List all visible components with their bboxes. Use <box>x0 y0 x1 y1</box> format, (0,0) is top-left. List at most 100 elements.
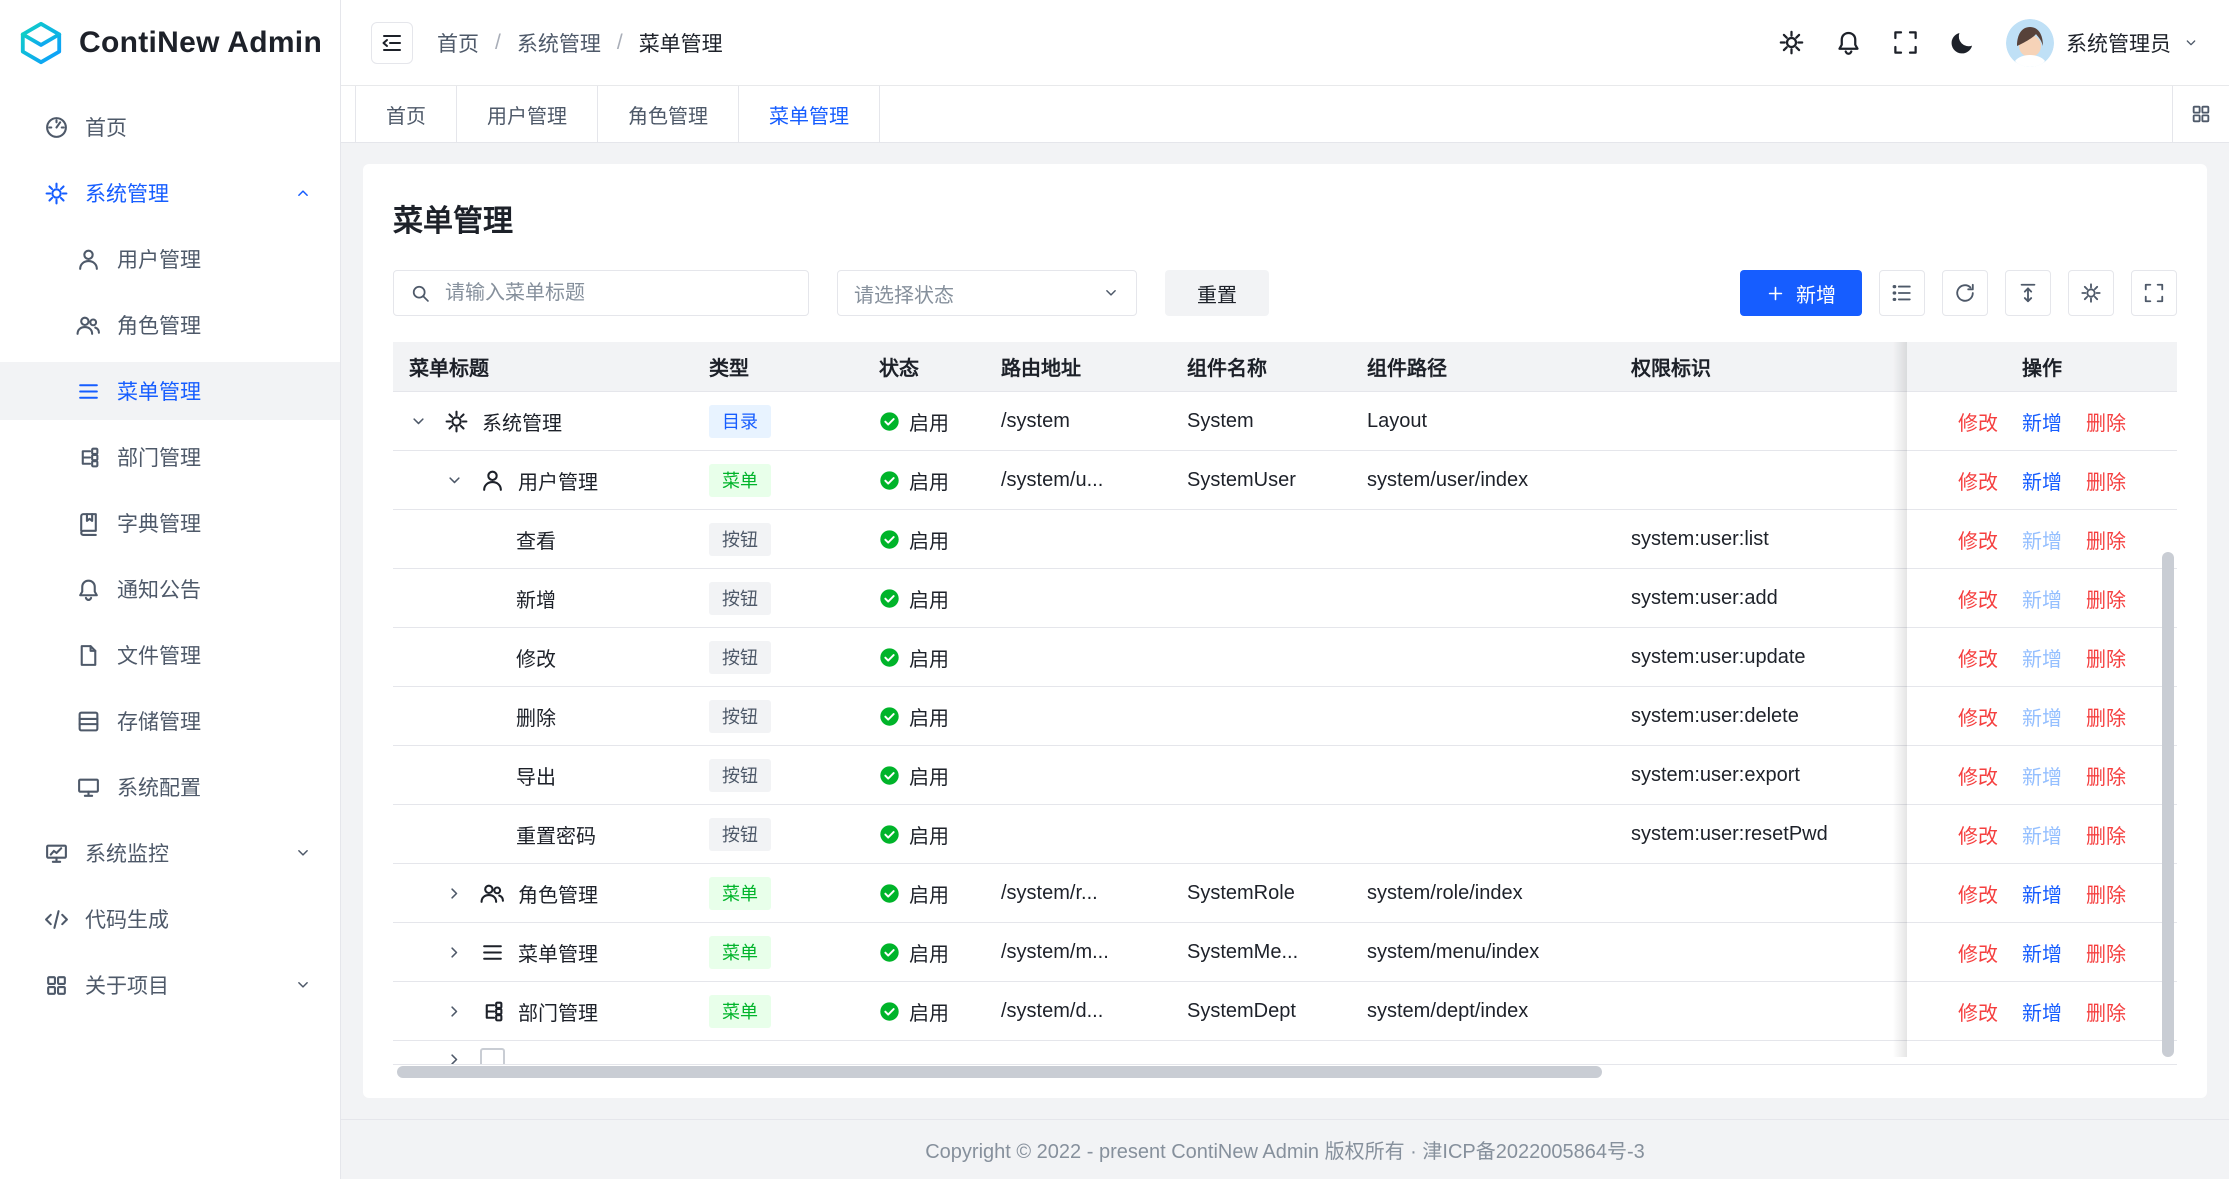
add-link[interactable]: 新增 <box>2022 702 2062 731</box>
add-link[interactable]: 新增 <box>2022 584 2062 613</box>
delete-link[interactable]: 删除 <box>2086 525 2126 554</box>
row-height-button[interactable] <box>2005 270 2051 316</box>
sidebar-item-3[interactable]: 角色管理 <box>0 296 340 354</box>
menu-collapse-button[interactable] <box>371 22 413 64</box>
fullscreen-icon[interactable] <box>1892 29 1919 56</box>
table-row[interactable]: 角色管理菜单启用/system/r...SystemRolesystem/rol… <box>393 864 2177 923</box>
horizontal-scrollbar[interactable] <box>397 1066 1602 1078</box>
edit-link[interactable]: 修改 <box>1958 407 1998 436</box>
add-link[interactable]: 新增 <box>2022 820 2062 849</box>
sidebar-item-1[interactable]: 系统管理 <box>0 164 340 222</box>
table-row[interactable]: 新增按钮启用system:user:add修改新增删除 <box>393 569 2177 628</box>
add-link[interactable]: 新增 <box>2022 938 2062 967</box>
sidebar-item-label: 系统管理 <box>85 178 169 208</box>
status-select[interactable]: 请选择状态 <box>837 270 1137 316</box>
permission-cell: system:user:update <box>1615 628 1907 686</box>
table-row[interactable]: 用户管理菜单启用/system/u...SystemUsersystem/use… <box>393 451 2177 510</box>
vertical-scrollbar[interactable] <box>2162 552 2174 1057</box>
breadcrumb-item[interactable]: 首页 <box>437 28 479 58</box>
delete-link[interactable]: 删除 <box>2086 466 2126 495</box>
table-row[interactable]: 系统管理目录启用/systemSystemLayout修改新增删除 <box>393 392 2177 451</box>
sidebar-item-12[interactable]: 代码生成 <box>0 890 340 948</box>
refresh-button[interactable] <box>1942 270 1988 316</box>
moon-icon[interactable] <box>1949 29 1976 56</box>
table-row[interactable]: 重置密码按钮启用system:user:resetPwd修改新增删除 <box>393 805 2177 864</box>
tab-1[interactable]: 用户管理 <box>457 86 598 142</box>
edit-link[interactable]: 修改 <box>1958 879 1998 908</box>
edit-link[interactable]: 修改 <box>1958 525 1998 554</box>
edit-link[interactable]: 修改 <box>1958 997 1998 1026</box>
delete-link[interactable]: 删除 <box>2086 702 2126 731</box>
edit-link[interactable]: 修改 <box>1958 466 1998 495</box>
sidebar-item-4[interactable]: 菜单管理 <box>0 362 340 420</box>
fullscreen-button[interactable] <box>2131 270 2177 316</box>
expand-right-icon[interactable] <box>445 884 464 903</box>
delete-link[interactable]: 删除 <box>2086 879 2126 908</box>
search-input[interactable] <box>443 281 792 306</box>
sidebar-item-7[interactable]: 通知公告 <box>0 560 340 618</box>
bell-icon[interactable] <box>1835 29 1862 56</box>
sidebar-item-13[interactable]: 关于项目 <box>0 956 340 1014</box>
edit-link[interactable]: 修改 <box>1958 820 1998 849</box>
sidebar-item-6[interactable]: 字典管理 <box>0 494 340 552</box>
delete-link[interactable]: 删除 <box>2086 584 2126 613</box>
expand-right-icon[interactable] <box>445 943 464 962</box>
gear-button[interactable] <box>2068 270 2114 316</box>
tab-2[interactable]: 角色管理 <box>598 86 739 142</box>
delete-link[interactable]: 删除 <box>2086 643 2126 672</box>
add-link[interactable]: 新增 <box>2022 466 2062 495</box>
table-row[interactable]: 导出按钮启用system:user:export修改新增删除 <box>393 746 2177 805</box>
add-button[interactable]: 新增 <box>1740 270 1862 316</box>
add-link[interactable]: 新增 <box>2022 761 2062 790</box>
edit-link[interactable]: 修改 <box>1958 643 1998 672</box>
add-link[interactable]: 新增 <box>2022 525 2062 554</box>
sidebar-item-0[interactable]: 首页 <box>0 98 340 156</box>
reset-button[interactable]: 重置 <box>1165 270 1269 316</box>
edit-link[interactable]: 修改 <box>1958 761 1998 790</box>
status-cell: 启用 <box>863 451 985 509</box>
tab-0[interactable]: 首页 <box>355 86 457 142</box>
delete-link[interactable]: 删除 <box>2086 938 2126 967</box>
add-link[interactable]: 新增 <box>2022 643 2062 672</box>
edit-link[interactable]: 修改 <box>1958 938 1998 967</box>
type-tag: 按钮 <box>709 700 771 733</box>
delete-link[interactable]: 删除 <box>2086 997 2126 1026</box>
table-row[interactable]: 菜单管理菜单启用/system/m...SystemMe...system/me… <box>393 923 2177 982</box>
edit-link[interactable]: 修改 <box>1958 702 1998 731</box>
sidebar-item-10[interactable]: 系统配置 <box>0 758 340 816</box>
sidebar-item-5[interactable]: 部门管理 <box>0 428 340 486</box>
add-button-label: 新增 <box>1796 279 1836 308</box>
breadcrumb-item[interactable]: 系统管理 <box>517 28 601 58</box>
user-menu[interactable]: 系统管理员 <box>2006 19 2199 67</box>
table-row[interactable]: 查看按钮启用system:user:list修改新增删除 <box>393 510 2177 569</box>
component-path-cell <box>1351 510 1615 568</box>
sidebar-item-11[interactable]: 系统监控 <box>0 824 340 882</box>
file-icon <box>76 643 101 668</box>
gear-icon[interactable] <box>1778 29 1805 56</box>
tab-actions-button[interactable] <box>2172 86 2229 142</box>
sidebar-item-2[interactable]: 用户管理 <box>0 230 340 288</box>
expand-down-icon[interactable] <box>409 412 428 431</box>
expand-right-icon[interactable] <box>445 1002 464 1021</box>
expand-right-icon[interactable] <box>445 1050 464 1065</box>
table-row[interactable]: 部门管理菜单启用/system/d...SystemDeptsystem/dep… <box>393 982 2177 1041</box>
edit-link[interactable]: 修改 <box>1958 584 1998 613</box>
delete-link[interactable]: 删除 <box>2086 761 2126 790</box>
add-link[interactable]: 新增 <box>2022 407 2062 436</box>
delete-link[interactable]: 删除 <box>2086 407 2126 436</box>
route-cell <box>985 746 1171 804</box>
status-cell: 启用 <box>863 864 985 922</box>
avatar[interactable] <box>2006 19 2054 67</box>
sidebar-item-9[interactable]: 存储管理 <box>0 692 340 750</box>
tab-3[interactable]: 菜单管理 <box>739 86 880 142</box>
logo[interactable]: ContiNew Admin <box>0 0 340 86</box>
list-button[interactable] <box>1879 270 1925 316</box>
add-link[interactable]: 新增 <box>2022 997 2062 1026</box>
sidebar-item-8[interactable]: 文件管理 <box>0 626 340 684</box>
expand-down-icon[interactable] <box>445 471 464 490</box>
breadcrumb-item[interactable]: 菜单管理 <box>639 28 723 58</box>
delete-link[interactable]: 删除 <box>2086 820 2126 849</box>
table-row[interactable]: 修改按钮启用system:user:update修改新增删除 <box>393 628 2177 687</box>
table-row[interactable]: 删除按钮启用system:user:delete修改新增删除 <box>393 687 2177 746</box>
add-link[interactable]: 新增 <box>2022 879 2062 908</box>
